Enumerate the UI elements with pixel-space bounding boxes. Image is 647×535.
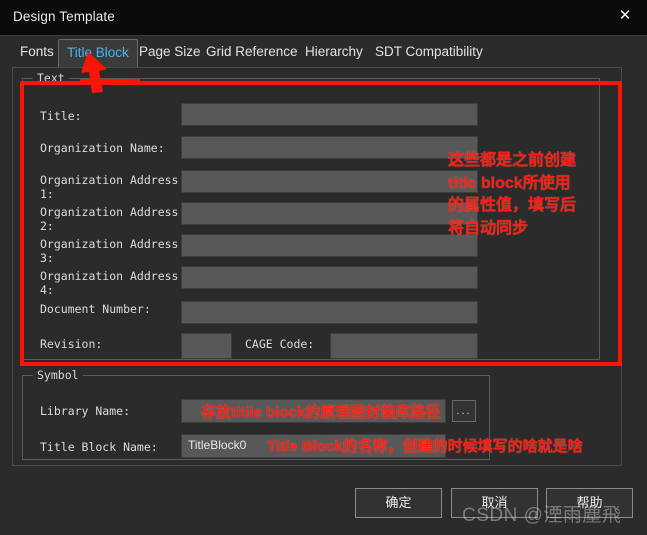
title-label: Title: — [40, 109, 82, 123]
text-group-label: Text — [33, 71, 69, 85]
library-name-input[interactable] — [181, 399, 446, 423]
tab-fonts[interactable]: Fonts — [12, 39, 62, 67]
design-template-dialog: Design Template ✕ Fonts Title Block Page… — [0, 0, 647, 535]
organization-address-2-input[interactable] — [181, 202, 478, 225]
titlebar: Design Template ✕ — [0, 0, 647, 36]
tab-strip: Fonts Title Block Page Size Grid Referen… — [0, 36, 647, 67]
organization-address-4-input[interactable] — [181, 266, 478, 289]
symbol-group-label: Symbol — [33, 368, 83, 382]
document-number-label: Document Number: — [40, 302, 151, 316]
cage-code-label: CAGE Code: — [245, 337, 315, 351]
help-button[interactable]: 帮助 — [546, 488, 633, 518]
tab-title-block[interactable]: Title Block — [58, 39, 138, 67]
organization-address-3-input[interactable] — [181, 234, 478, 257]
organization-name-input[interactable] — [181, 136, 478, 159]
organization-address-4-label: Organization Address 4: — [40, 269, 179, 297]
cage-code-input[interactable] — [330, 333, 478, 359]
revision-input[interactable] — [181, 333, 232, 359]
cancel-button[interactable]: 取消 — [451, 488, 538, 518]
organization-address-3-label: Organization Address 3: — [40, 237, 179, 265]
title-block-name-label: Title Block Name: — [40, 440, 158, 454]
document-number-input[interactable] — [181, 301, 478, 324]
revision-label: Revision: — [40, 337, 103, 351]
browse-library-button[interactable]: ... — [452, 400, 476, 422]
organization-address-1-input[interactable] — [181, 170, 478, 193]
window-title: Design Template — [13, 9, 115, 24]
library-name-label: Library Name: — [40, 404, 131, 418]
tab-page-size[interactable]: Page Size — [131, 39, 209, 67]
title-block-name-value: TitleBlock0 — [188, 438, 247, 452]
tab-grid-reference[interactable]: Grid Reference — [198, 39, 306, 67]
tab-hierarchy[interactable]: Hierarchy — [297, 39, 371, 67]
organization-name-label: Organization Name: — [40, 141, 165, 155]
title-block-name-input[interactable]: TitleBlock0 — [181, 434, 446, 458]
tab-sdt-compatibility[interactable]: SDT Compatibility — [367, 39, 491, 67]
organization-address-1-label: Organization Address 1: — [40, 173, 179, 201]
close-icon[interactable]: ✕ — [612, 4, 638, 28]
ok-button[interactable]: 确定 — [355, 488, 442, 518]
title-input[interactable] — [181, 103, 478, 126]
organization-address-2-label: Organization Address 2: — [40, 205, 179, 233]
